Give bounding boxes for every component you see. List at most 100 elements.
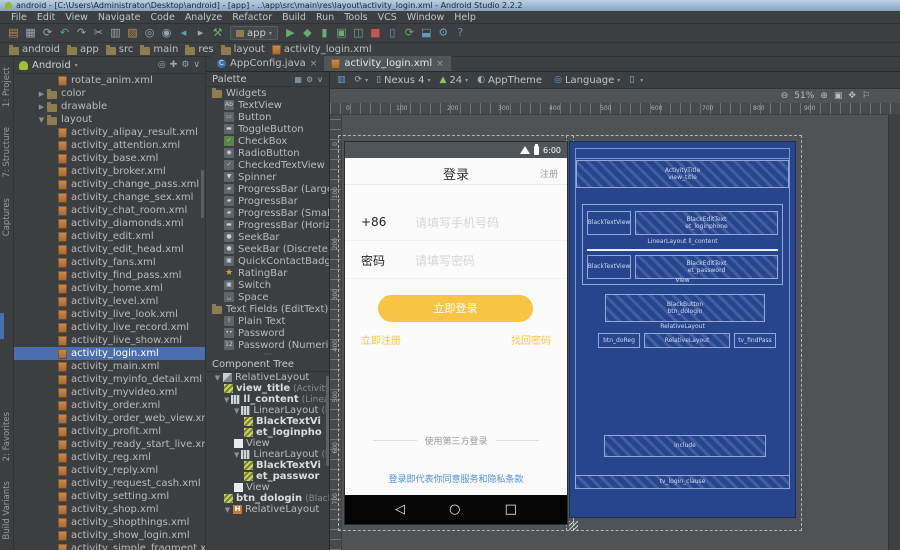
project-tree-item[interactable]: ▼ layout xyxy=(14,113,205,126)
project-view-selector[interactable]: Android xyxy=(32,60,71,71)
stop-icon[interactable]: ■ xyxy=(367,24,384,42)
palette-item[interactable]: ▼ Spinner xyxy=(206,171,329,183)
breadcrumb-item[interactable]: res xyxy=(183,44,215,55)
tool-window-tab[interactable]: Captures xyxy=(2,198,12,236)
palette-item[interactable]: ● SeekBar xyxy=(206,231,329,243)
palette-item[interactable]: 12 Password (Numeric) xyxy=(206,339,329,351)
project-tree-item[interactable]: activity_fans.xml xyxy=(14,256,205,269)
project-tree-item[interactable]: activity_alipay_result.xml xyxy=(14,126,205,139)
cut-icon[interactable]: ✂ xyxy=(90,24,107,42)
project-tree-item[interactable]: activity_ready_start_live.xml xyxy=(14,438,205,451)
component-tree-item[interactable]: ▼ H RelativeLayout xyxy=(206,504,329,515)
paste-icon[interactable]: ▧ xyxy=(124,24,141,42)
component-tree-item[interactable]: BlackTextVi xyxy=(206,460,329,471)
collapse-all-icon[interactable]: ∨ xyxy=(193,60,200,70)
breadcrumb-item[interactable]: app xyxy=(65,44,101,55)
component-tree-item[interactable]: ▼ RelativeLayout xyxy=(206,372,329,383)
project-tree-item[interactable]: activity_change_pass.xml xyxy=(14,178,205,191)
project-tree-item[interactable]: activity_simple_fragment.xml xyxy=(14,542,205,550)
find-icon[interactable]: ◎ xyxy=(141,24,158,42)
design-toolbar-selector[interactable]: ▯ ▾ xyxy=(629,75,643,86)
phone-number-row[interactable]: +86 请填写手机号码 xyxy=(361,212,551,232)
menu-item[interactable]: Navigate xyxy=(93,12,146,23)
project-tree-item[interactable]: activity_broker.xml xyxy=(14,165,205,178)
project-tree-item[interactable]: activity_home.xml xyxy=(14,282,205,295)
project-tree-item[interactable]: ▶ color xyxy=(14,87,205,100)
palette-item[interactable]: ✓ CheckedTextView xyxy=(206,159,329,171)
component-tree-item[interactable]: view_title (ActivityT xyxy=(206,383,329,394)
debug-icon[interactable]: ◆ xyxy=(299,24,316,42)
tool-window-tab[interactable]: 7: Structure xyxy=(2,127,12,178)
palette-item[interactable]: ▬ ToggleButton xyxy=(206,123,329,135)
menu-item[interactable]: Run xyxy=(311,12,339,23)
menu-item[interactable]: View xyxy=(60,12,93,23)
run-icon[interactable]: ▶ xyxy=(282,24,299,42)
gear-icon[interactable]: ⚙ xyxy=(181,60,189,70)
expand-arrow-icon[interactable]: ▼ xyxy=(224,506,231,514)
close-icon[interactable]: × xyxy=(310,59,318,69)
blueprint-ll-content[interactable]: BlackTextView BlackEditTextet_loginphone… xyxy=(582,204,783,285)
palette-item[interactable]: ✓ CheckBox xyxy=(206,135,329,147)
tool-window-tab[interactable]: 2: Favorites xyxy=(2,412,12,461)
coverage-icon[interactable]: ◫ xyxy=(350,24,367,42)
palette-item[interactable]: Text Fields (EditText) xyxy=(206,303,329,315)
component-tree-item[interactable]: BlackTextVi xyxy=(206,416,329,427)
palette-item[interactable]: ● SeekBar (Discrete) xyxy=(206,243,329,255)
project-structure-icon[interactable]: ⚙ xyxy=(435,24,452,42)
project-tree-item[interactable]: activity_request_cash.xml xyxy=(14,477,205,490)
project-tree-item[interactable]: activity_myinfo_detail.xml xyxy=(14,373,205,386)
project-tree-item[interactable]: activity_level.xml xyxy=(14,295,205,308)
build-icon[interactable]: ⚒ xyxy=(209,24,226,42)
project-tree-item[interactable]: rotate_anim.xml xyxy=(14,74,205,87)
phone-input-placeholder[interactable]: 请填写手机号码 xyxy=(415,214,499,231)
breadcrumb-item[interactable]: activity_login.xml xyxy=(270,44,374,55)
zoom-in-icon[interactable]: ⊕ xyxy=(820,91,828,101)
sync-icon[interactable]: ⟳ xyxy=(39,24,56,42)
design-toolbar-selector[interactable]: ◎ Language ▾ xyxy=(554,75,620,86)
project-tree-item[interactable]: activity_show_login.xml xyxy=(14,529,205,542)
back-nav-icon[interactable]: ◁ xyxy=(395,502,405,517)
project-tree-item[interactable]: activity_attention.xml xyxy=(14,139,205,152)
component-tree-scrollbar[interactable] xyxy=(326,376,329,466)
palette-item[interactable]: ◉ RadioButton xyxy=(206,147,329,159)
zoom-out-icon[interactable]: ⊖ xyxy=(781,91,789,101)
blueprint-et-password[interactable]: BlackEditTextet_password xyxy=(635,255,778,279)
project-tree-item[interactable]: activity_setting.xml xyxy=(14,490,205,503)
scope-settings-icon[interactable]: ◎ xyxy=(158,60,166,70)
component-tree-item[interactable]: et_passwor xyxy=(206,471,329,482)
project-tree-item[interactable]: activity_shop.xml xyxy=(14,503,205,516)
expand-arrow-icon[interactable]: ▼ xyxy=(214,374,221,382)
menu-item[interactable]: Build xyxy=(277,12,311,23)
project-tree-item[interactable]: activity_reply.xml xyxy=(14,464,205,477)
expand-arrow-icon[interactable]: ▶ xyxy=(38,103,45,111)
project-tree-scrollbar[interactable] xyxy=(201,170,204,218)
expand-arrow-icon[interactable]: ▼ xyxy=(38,116,45,124)
project-tree-item[interactable]: activity_myvideo.xml xyxy=(14,386,205,399)
zoom-fit-icon[interactable]: ▣ xyxy=(834,91,843,101)
project-tree-item[interactable]: activity_shopthings.xml xyxy=(14,516,205,529)
project-tree-item[interactable]: activity_chat_room.xml xyxy=(14,204,205,217)
back-icon[interactable]: ◂ xyxy=(175,24,192,42)
blueprint-btn-doreg[interactable]: btn_doReg xyxy=(598,333,640,348)
replace-icon[interactable]: ◉ xyxy=(158,24,175,42)
breadcrumb-item[interactable]: layout xyxy=(219,44,267,55)
register-link[interactable]: 注册 xyxy=(540,167,558,180)
menu-item[interactable]: File xyxy=(6,12,32,23)
project-tree-item[interactable]: activity_edit.xml xyxy=(14,230,205,243)
breadcrumb-item[interactable]: main xyxy=(138,44,180,55)
breadcrumb-item[interactable]: android xyxy=(7,44,62,55)
palette-item[interactable]: I Plain Text xyxy=(206,315,329,327)
project-tree-item[interactable]: activity_main.xml xyxy=(14,360,205,373)
design-toolbar-selector[interactable]: ▯ Nexus 4 ▾ xyxy=(376,75,430,86)
component-tree-item[interactable]: btn_dologin (Black xyxy=(206,493,329,504)
menu-item[interactable]: Window xyxy=(402,12,449,23)
project-tree-item[interactable]: activity_base.xml xyxy=(14,152,205,165)
blueprint-blacktextview-1[interactable]: BlackTextView xyxy=(587,211,631,235)
blueprint-tv-login-clause[interactable]: tv_login_clause xyxy=(575,475,790,489)
blueprint-blacktextview-2[interactable]: BlackTextView xyxy=(587,255,631,279)
component-tree-item[interactable]: ▼ ll_content (LinearL xyxy=(206,394,329,405)
menu-item[interactable]: Edit xyxy=(32,12,60,23)
menu-item[interactable]: Help xyxy=(449,12,481,23)
login-button[interactable]: 立即登录 xyxy=(378,295,533,322)
recents-nav-icon[interactable]: □ xyxy=(505,502,517,517)
